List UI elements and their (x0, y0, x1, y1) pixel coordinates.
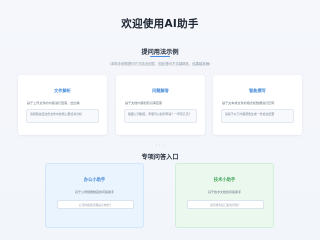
card-description: 基于文档内容和知识库回答 (125, 101, 163, 105)
pagination-dots: • • • (155, 143, 165, 147)
page: 欢迎使用AI助手 提问用法示例 （本助手依照提问方式给出回答，因此提问方式越精准… (0, 0, 320, 240)
card-example-prompt[interactable]: 请帮我总结这份文件中的核心要点并分析 (26, 109, 99, 123)
example-card-qa[interactable]: 问题解答 基于文档内容和知识库回答 根据公司制度，年假可以如何申请？一年有几天？ (116, 75, 205, 135)
example-card-file-parse[interactable]: 文件解析 基于上传文件的内容进行回答，给出精 请帮我总结这份文件中的核心要点并分… (18, 75, 107, 135)
entry-title: 办公小助手 (83, 178, 106, 183)
entry-description: 基于技术文档的问答助手 (207, 190, 241, 194)
entries-heading: 专项问答入口 (141, 154, 179, 161)
examples-subtitle: （本助手依照提问方式给出回答，因此提问方式越精准，结果越准确） (107, 62, 213, 66)
entry-question-input[interactable]: 公司的报销流程是怎样的？ (57, 200, 134, 209)
card-example-prompt[interactable]: 根据公司制度，年假可以如何申请？一年有几天？ (124, 109, 197, 123)
examples-heading-underline (150, 56, 170, 57)
entry-question-input[interactable]: 如何排查接口超时问题？ (187, 200, 264, 209)
card-description: 基于上传文件的内容进行回答，给出精 (27, 101, 80, 105)
entry-title: 技术小助手 (213, 178, 236, 183)
card-title: 智能撰写 (249, 88, 266, 93)
card-title: 文件解析 (54, 88, 71, 93)
card-description: 基于文本或文件的格式和数据进行回写 (222, 101, 275, 105)
card-example-prompt[interactable]: 请基于以下内容帮我生成一份会议纪要 (221, 109, 294, 123)
page-title: 欢迎使用AI助手 (121, 18, 199, 30)
example-card-writing[interactable]: 智能撰写 基于文本或文件的格式和数据进行回写 请基于以下内容帮我生成一份会议纪要 (213, 75, 302, 135)
entry-tech-assistant[interactable]: 技术小助手 基于技术文档的问答助手 如何排查接口超时问题？ (175, 163, 274, 228)
examples-heading: 提问用法示例 (141, 49, 179, 56)
card-title: 问题解答 (152, 88, 169, 93)
entry-description: 基于公司规章制度的问答助手 (74, 190, 114, 194)
entry-office-assistant[interactable]: 办公小助手 基于公司规章制度的问答助手 公司的报销流程是怎样的？ (45, 163, 144, 228)
